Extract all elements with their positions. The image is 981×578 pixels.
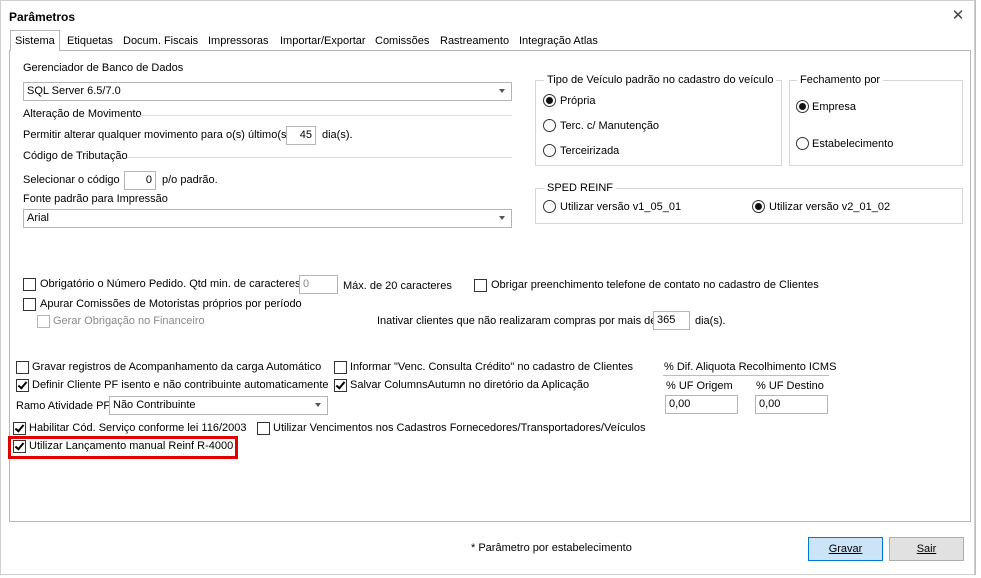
gravar-checkbox[interactable] <box>16 361 29 374</box>
comissoes-label: Apurar Comissões de Motoristas próprios … <box>40 298 302 310</box>
icms-title: % Dif. Aliquota Recolhimento ICMS <box>664 361 837 373</box>
tab-sistema[interactable]: Sistema <box>10 30 60 51</box>
fonte-label: Fonte padrão para Impressão <box>23 193 168 205</box>
obrigacao-checkbox[interactable] <box>37 315 50 328</box>
exit-button-label: Sair <box>916 543 937 555</box>
sped-option-v2: Utilizar versão v2_01_02 <box>769 201 891 213</box>
tab-comissoes[interactable]: Comissões <box>371 31 433 51</box>
fechamento-option-empresa: Empresa <box>812 101 857 113</box>
vencimentos-label: Utilizar Vencimentos nos Cadastros Forne… <box>273 422 646 434</box>
tab-strip: Sistema Etiquetas Docum. Fiscais Impress… <box>10 30 610 51</box>
pedido-max-text: Máx. de 20 caracteres <box>343 280 452 292</box>
fechamento-legend: Fechamento por <box>797 74 884 86</box>
movimento-days-input[interactable]: 45 <box>286 126 316 145</box>
telefone-checkbox[interactable] <box>474 279 487 292</box>
fechamento-radio-estabelecimento[interactable] <box>796 137 809 150</box>
veiculo-radio-terceirizada[interactable] <box>543 144 556 157</box>
habilitar-checkbox[interactable] <box>13 422 26 435</box>
fechamento-radio-empresa[interactable] <box>796 100 809 113</box>
tributacao-code-input[interactable]: 0 <box>124 171 156 190</box>
tributacao-unit: p/o padrão. <box>162 174 218 186</box>
save-button[interactable]: Gravar <box>808 537 883 561</box>
tab-docum-fiscais[interactable]: Docum. Fiscais <box>119 31 202 51</box>
movimento-text: Permitir alterar qualquer movimento para… <box>23 129 291 141</box>
inativar-text: Inativar clientes que não realizaram com… <box>377 315 657 327</box>
obrigacao-label: Gerar Obrigação no Financeiro <box>53 315 205 327</box>
veiculo-legend: Tipo de Veículo padrão no cadastro do ve… <box>544 74 777 86</box>
icms-separator <box>663 375 829 376</box>
habilitar-label: Habilitar Cód. Serviço conforme lei 116/… <box>29 422 247 434</box>
icms-origem-label: % UF Origem <box>666 380 733 392</box>
chevron-down-icon <box>499 216 505 220</box>
db-select-value: SQL Server 6.5/7.0 <box>27 85 121 97</box>
fonte-select-value: Arial <box>27 212 50 224</box>
veiculo-option-propria: Própria <box>560 95 596 107</box>
close-icon[interactable]: ✕ <box>950 8 966 24</box>
tributacao-separator <box>127 157 512 158</box>
tab-etiquetas[interactable]: Etiquetas <box>63 31 117 51</box>
veiculo-radio-terc-manutencao[interactable] <box>543 119 556 132</box>
movimento-label: Alteração de Movimento <box>23 108 142 120</box>
reinf-checkbox[interactable] <box>13 440 26 453</box>
window-title: Parâmetros <box>9 10 76 24</box>
pedido-label: Obrigatório o Número Pedido. Qtd min. de… <box>40 278 301 290</box>
definir-checkbox[interactable] <box>16 379 29 392</box>
tab-importar-exportar[interactable]: Importar/Exportar <box>276 31 370 51</box>
pedido-min-chars-input[interactable]: 0 <box>299 275 338 294</box>
movimento-separator <box>140 115 512 116</box>
tab-integracao-atlas[interactable]: Integração Atlas <box>515 31 602 51</box>
veiculo-option-terc-manutencao: Terc. c/ Manutenção <box>560 120 660 132</box>
salvar-checkbox[interactable] <box>334 379 347 392</box>
inativar-unit: dia(s). <box>695 315 726 327</box>
ramo-label: Ramo Atividade PF <box>16 400 111 412</box>
informar-checkbox[interactable] <box>334 361 347 374</box>
comissoes-checkbox[interactable] <box>23 298 36 311</box>
icms-origem-input[interactable]: 0,00 <box>665 395 738 414</box>
telefone-label: Obrigar preenchimento telefone de contat… <box>491 279 819 291</box>
chevron-down-icon <box>499 89 505 93</box>
vencimentos-checkbox[interactable] <box>257 422 270 435</box>
movimento-unit: dia(s). <box>322 129 353 141</box>
ramo-select-value: Não Contribuinte <box>113 399 196 411</box>
icms-destino-input[interactable]: 0,00 <box>755 395 828 414</box>
definir-label: Definir Cliente PF isento e não contribu… <box>32 379 329 391</box>
veiculo-radio-propria[interactable] <box>543 94 556 107</box>
save-button-label: Gravar <box>828 543 863 555</box>
fechamento-group <box>789 80 963 166</box>
tributacao-text: Selecionar o código <box>23 174 120 186</box>
fechamento-option-estabelecimento: Estabelecimento <box>812 138 894 150</box>
db-select[interactable]: SQL Server 6.5/7.0 <box>23 82 512 101</box>
sped-option-v1: Utilizar versão v1_05_01 <box>560 201 682 213</box>
tributacao-label: Código de Tributação <box>23 150 128 162</box>
right-edge-divider <box>975 0 976 575</box>
tab-impressoras[interactable]: Impressoras <box>204 31 273 51</box>
ramo-select[interactable]: Não Contribuinte <box>109 396 328 415</box>
db-label: Gerenciador de Banco de Dados <box>23 62 184 74</box>
chevron-down-icon <box>315 403 321 407</box>
tab-rastreamento[interactable]: Rastreamento <box>436 31 513 51</box>
icms-destino-label: % UF Destino <box>756 380 824 392</box>
sped-radio-v2[interactable] <box>752 200 765 213</box>
footer-note: * Parâmetro por estabelecimento <box>471 542 632 554</box>
gravar-label: Gravar registros de Acompanhamento da ca… <box>32 361 322 373</box>
informar-label: Informar "Venc. Consulta Crédito" no cad… <box>350 361 633 373</box>
fonte-select[interactable]: Arial <box>23 209 512 228</box>
exit-button[interactable]: Sair <box>889 537 964 561</box>
sped-radio-v1[interactable] <box>543 200 556 213</box>
pedido-checkbox[interactable] <box>23 278 36 291</box>
inativar-days-input[interactable]: 365 <box>653 311 690 330</box>
veiculo-option-terceirizada: Terceirizada <box>560 145 620 157</box>
reinf-label: Utilizar Lançamento manual Reinf R-4000 <box>29 440 234 452</box>
salvar-label: Salvar ColumnsAutumn no diretório da Apl… <box>350 379 590 391</box>
sped-legend: SPED REINF <box>544 182 617 194</box>
